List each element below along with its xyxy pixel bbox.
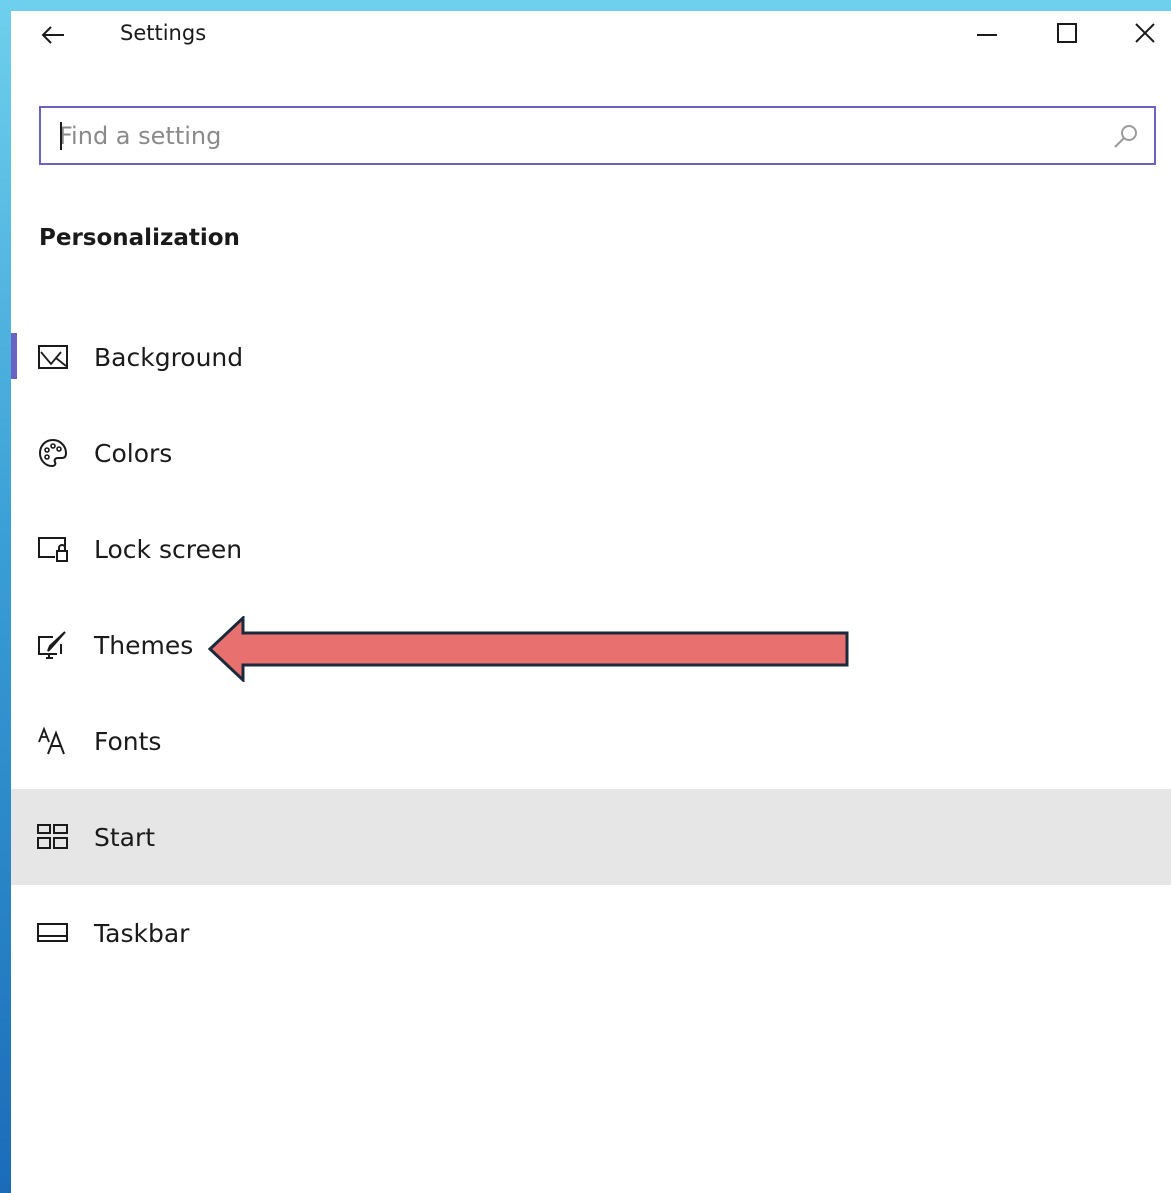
minimize-button[interactable] [958, 11, 1016, 55]
nav-label-lock-screen: Lock screen [94, 534, 243, 564]
nav-item-colors[interactable]: Colors [11, 405, 1171, 501]
picture-icon [38, 345, 68, 369]
callout-arrow-shape [207, 616, 849, 682]
taskbar-icon [37, 923, 68, 942]
nav-item-lock-screen[interactable]: Lock screen [11, 501, 1171, 597]
lock-screen-icon [38, 537, 68, 562]
minimize-icon [977, 34, 997, 36]
nav-label-colors: Colors [94, 438, 173, 468]
nav-label-themes: Themes [94, 630, 194, 660]
section-heading: Personalization [39, 225, 240, 251]
nav-label-fonts: Fonts [94, 726, 162, 756]
search-icon[interactable] [1112, 122, 1140, 150]
palette-icon [38, 438, 68, 468]
fonts-icon [38, 726, 65, 755]
search-box[interactable] [39, 106, 1156, 165]
close-button[interactable] [1118, 11, 1171, 55]
themes-brush-icon [38, 631, 66, 659]
title-bar: Settings [11, 11, 1171, 59]
start-tiles-icon [37, 824, 68, 849]
back-button[interactable] [35, 19, 71, 51]
window-title: Settings [120, 21, 207, 45]
text-caret [60, 122, 62, 150]
nav-label-taskbar: Taskbar [94, 918, 190, 948]
settings-window: Settings Personalization [11, 11, 1171, 1193]
nav-item-background[interactable]: Background [11, 309, 1171, 405]
nav-item-taskbar[interactable]: Taskbar [11, 885, 1171, 981]
maximize-button[interactable] [1038, 11, 1096, 55]
nav-label-start: Start [94, 822, 156, 852]
nav-item-start[interactable]: Start [11, 789, 1171, 885]
nav-label-background: Background [94, 342, 244, 372]
callout-arrow [207, 616, 849, 682]
close-icon [1134, 23, 1155, 43]
selection-indicator [11, 333, 17, 379]
maximize-icon [1057, 23, 1077, 43]
search-input[interactable] [59, 108, 1099, 163]
nav-item-fonts[interactable]: Fonts [11, 693, 1171, 789]
back-arrow-icon [41, 26, 64, 44]
